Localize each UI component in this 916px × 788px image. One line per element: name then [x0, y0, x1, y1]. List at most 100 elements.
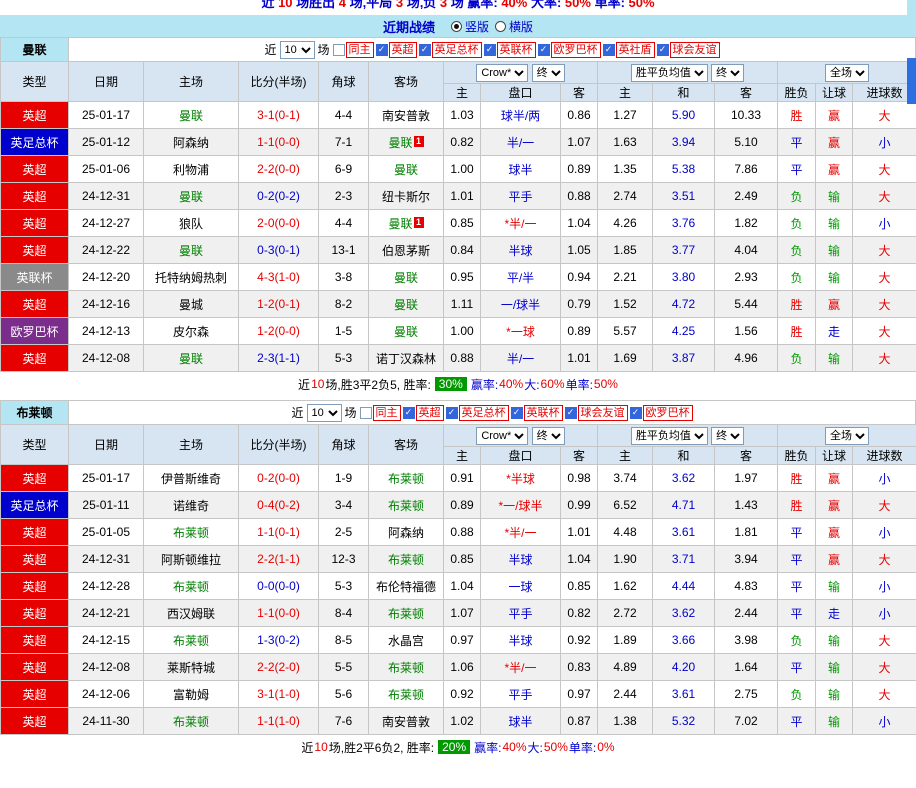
layout-radio-horizontal[interactable]: 横版 [495, 18, 533, 35]
status-text-segment: 0% [597, 740, 615, 754]
filter-checkbox-同主[interactable]: 同主 [332, 41, 374, 58]
match-date: 25-01-11 [68, 491, 144, 519]
match-date: 24-12-27 [68, 209, 144, 237]
checkbox-checked-icon[interactable]: ✓ [445, 406, 458, 419]
filter-checkbox-球会友谊[interactable]: ✓ 球会友谊 [564, 404, 628, 421]
score: 2-2(0-0) [238, 155, 319, 183]
wdl-result: 平 [777, 653, 817, 681]
goals-result: 大 [852, 236, 916, 264]
ah-odds-header: Crow* 终 [443, 424, 598, 447]
filter-checkbox-英联杯[interactable]: ✓ 英联杯 [510, 404, 563, 421]
checkbox-checked-icon[interactable]: ✓ [402, 406, 415, 419]
home-team: 托特纳姆热刺 [143, 263, 239, 291]
filter-label: 欧罗巴杯 [642, 404, 693, 421]
odds-home: 1.52 [597, 290, 653, 318]
wdl-result: 胜 [777, 101, 817, 129]
handicap: 球半/两 [480, 101, 561, 129]
checkbox-checked-icon[interactable]: ✓ [483, 43, 496, 56]
wdl-mean-select[interactable]: 胜平负均值 [630, 426, 708, 445]
match-date: 25-01-12 [68, 128, 144, 156]
league-type: 英超 [0, 626, 69, 654]
home-team: 莱斯特城 [143, 653, 239, 681]
league-type: 英足总杯 [0, 128, 69, 156]
layout-radio-vertical[interactable]: 竖版 [450, 18, 489, 35]
ah-stage-select[interactable]: 终 [531, 63, 565, 82]
wdl-stage-select[interactable]: 终 [711, 63, 745, 82]
match-date: 25-01-17 [68, 101, 144, 129]
team-label: 布莱顿 [172, 633, 209, 648]
handicap-result: 赢 [815, 518, 854, 546]
handicap-result: 赢 [815, 155, 854, 183]
wdl-mean-select[interactable]: 胜平负均值 [630, 63, 708, 82]
ah-away-odds: 0.86 [560, 101, 598, 129]
match-row: 英超 25-01-06 利物浦 2-2(0-0) 6-9 曼联 1.00 球半 0.89 1.35… [0, 155, 916, 183]
ah-away-odds: 0.89 [560, 317, 598, 345]
status-text-segment: 场,胜3平2负5, 胜率: [325, 377, 431, 392]
ah-away-odds: 1.07 [560, 128, 598, 156]
league-type: 英超 [0, 182, 69, 210]
recent-count-select[interactable]: 10 [279, 40, 315, 59]
odds-away: 2.93 [713, 263, 779, 291]
handicap-result: 赢 [815, 128, 854, 156]
col-handicap: 盘口 [480, 83, 561, 102]
checkbox-checked-icon[interactable]: ✓ [537, 43, 550, 56]
checkbox-checked-icon[interactable]: ✓ [564, 406, 577, 419]
filter-checkbox-欧罗巴杯[interactable]: ✓ 欧罗巴杯 [629, 404, 693, 421]
odds-away: 5.44 [713, 290, 779, 318]
away-team: 曼联 [368, 263, 444, 291]
goals-result: 小 [852, 209, 916, 237]
filter-checkbox-英社盾[interactable]: ✓ 英社盾 [602, 41, 655, 58]
scope-select[interactable]: 全场 [825, 63, 870, 82]
checkbox-checked-icon[interactable]: ✓ [656, 43, 669, 56]
team-label: 水晶宫 [387, 633, 424, 648]
score: 1-1(0-1) [238, 518, 319, 546]
league-type: 欧罗巴杯 [0, 317, 69, 345]
filter-label: 球会友谊 [669, 41, 720, 58]
ah-away-odds: 0.83 [560, 653, 598, 681]
recent-count-select[interactable]: 10 [306, 403, 342, 422]
corners: 7-6 [318, 707, 369, 735]
radio-selected-icon[interactable] [450, 20, 462, 32]
wdl-stage-select[interactable]: 终 [711, 426, 745, 445]
filter-checkbox-英足总杯[interactable]: ✓ 英足总杯 [445, 404, 509, 421]
checkbox-checked-icon[interactable]: ✓ [510, 406, 523, 419]
checkbox-unchecked-icon[interactable] [359, 406, 372, 419]
scope-select[interactable]: 全场 [825, 426, 870, 445]
filter-checkbox-英超[interactable]: ✓ 英超 [402, 404, 444, 421]
checkbox-checked-icon[interactable]: ✓ [375, 43, 388, 56]
filter-checkbox-英足总杯[interactable]: ✓ 英足总杯 [418, 41, 482, 58]
odds-provider-select[interactable]: Crow* [476, 426, 529, 445]
goals-result: 大 [852, 101, 916, 129]
filter-checkbox-同主[interactable]: 同主 [359, 404, 401, 421]
ah-home-odds: 1.01 [443, 182, 481, 210]
odds-home: 1.27 [597, 101, 653, 129]
ah-home-odds: 1.11 [443, 290, 481, 318]
scrollbar-thumb[interactable] [907, 58, 916, 104]
goals-result: 大 [852, 653, 916, 681]
ah-stage-select[interactable]: 终 [531, 426, 565, 445]
handicap-result: 输 [815, 572, 854, 600]
checkbox-checked-icon[interactable]: ✓ [602, 43, 615, 56]
handicap-result: 走 [815, 317, 854, 345]
checkbox-checked-icon[interactable]: ✓ [418, 43, 431, 56]
match-row: 英超 24-12-15 布莱顿 1-3(0-2) 8-5 水晶宫 0.97 半球 0.92 1.8… [0, 626, 916, 654]
league-type: 英超 [0, 599, 69, 627]
match-date: 25-01-06 [68, 155, 144, 183]
corners: 5-5 [318, 653, 369, 681]
filter-checkbox-欧罗巴杯[interactable]: ✓ 欧罗巴杯 [537, 41, 601, 58]
ah-away-odds: 1.01 [560, 518, 598, 546]
filter-checkbox-球会友谊[interactable]: ✓ 球会友谊 [656, 41, 720, 58]
odds-provider-select[interactable]: Crow* [476, 63, 529, 82]
filter-checkbox-英超[interactable]: ✓ 英超 [375, 41, 417, 58]
wdl-result: 胜 [777, 464, 817, 492]
checkbox-checked-icon[interactable]: ✓ [629, 406, 642, 419]
radio-unselected-icon[interactable] [495, 20, 506, 32]
ah-away-odds: 0.87 [560, 707, 598, 735]
checkbox-unchecked-icon[interactable] [332, 43, 345, 56]
match-date: 24-12-31 [68, 545, 144, 573]
filter-checkbox-英联杯[interactable]: ✓ 英联杯 [483, 41, 536, 58]
match-row: 英联杯 24-12-20 托特纳姆热刺 4-3(1-0) 3-8 曼联 0.95 平/半 0.9… [0, 263, 916, 291]
odds-draw: 3.61 [652, 680, 715, 708]
goals-result: 大 [852, 626, 916, 654]
league-type: 英超 [0, 344, 69, 372]
